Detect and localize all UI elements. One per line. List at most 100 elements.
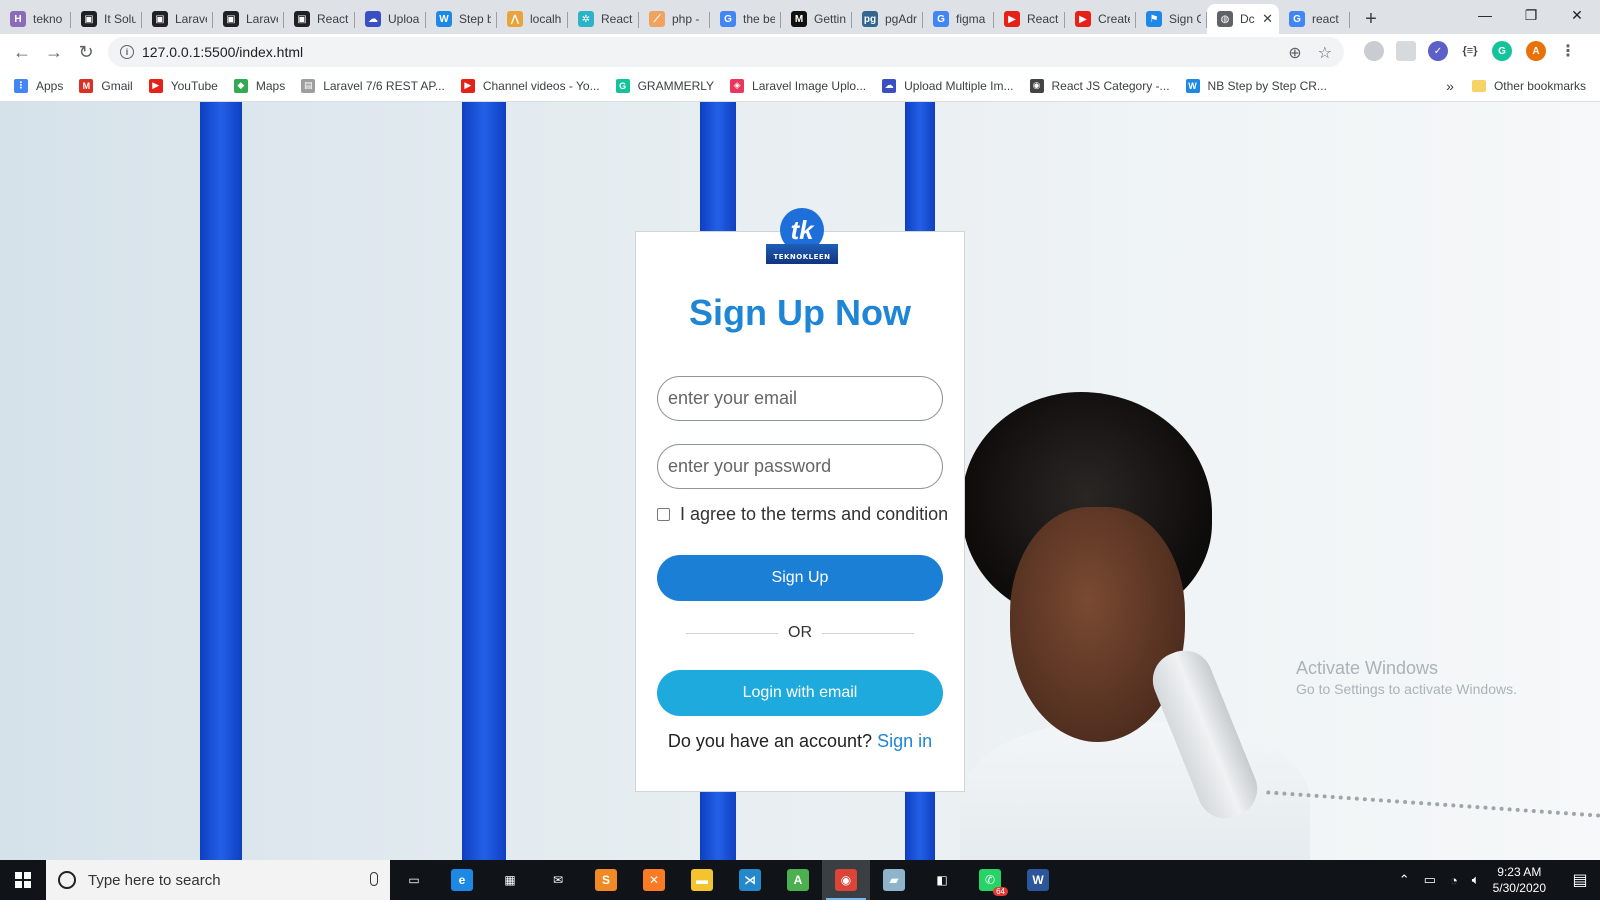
taskbar-app[interactable]: ◉ [822, 860, 870, 900]
wifi-icon[interactable]: ◔ [1450, 873, 1458, 888]
login-with-email-button[interactable]: Login with email [657, 670, 943, 716]
extension-icon[interactable] [1396, 41, 1416, 61]
restore-button[interactable]: ❐ [1508, 0, 1554, 30]
browser-tab[interactable]: Greact [1279, 4, 1350, 34]
bookmark-item[interactable]: ▤ Laravel 7/6 REST AP... [301, 78, 445, 93]
bookmark-star-icon[interactable]: ☆ [1318, 43, 1332, 63]
browser-tab[interactable]: ▣ Larave [213, 4, 284, 34]
reload-icon[interactable]: ↻ [70, 36, 102, 68]
browser-tab[interactable]: ▶ Create [1065, 4, 1136, 34]
notification-icon[interactable]: ▤ [1560, 860, 1600, 900]
terms-checkbox[interactable] [657, 508, 670, 521]
back-icon[interactable]: ← [6, 36, 38, 68]
profile-avatar[interactable]: A [1526, 41, 1546, 61]
google-icon: G [720, 11, 736, 27]
bookmark-item[interactable]: W NB Step by Step CR... [1185, 78, 1327, 93]
extension-check-icon[interactable]: ✓ [1428, 41, 1448, 61]
tab-title: Gettin [814, 12, 846, 26]
taskbar-app[interactable]: ▬ [678, 860, 726, 900]
sign-up-button[interactable]: Sign Up [657, 555, 943, 601]
browser-tab[interactable]: ⚑ Sign C [1136, 4, 1207, 34]
bookmark-item[interactable]: ▶ Channel videos - Yo... [460, 78, 600, 93]
taskbar-app[interactable]: ✉ [534, 860, 582, 900]
microphone-icon[interactable] [370, 872, 378, 886]
browser-tab[interactable]: pg pgAdr [852, 4, 923, 34]
taskbar-search[interactable]: Type here to search [46, 860, 390, 900]
browser-tab[interactable]: W Step b [426, 4, 497, 34]
password-field[interactable] [657, 444, 943, 489]
start-button[interactable] [0, 860, 46, 900]
h-icon: H [10, 11, 26, 27]
account-prompt: Do you have an account? Sign in [635, 731, 965, 752]
taskbar-app[interactable]: ▰ [870, 860, 918, 900]
minimize-button[interactable]: — [1462, 0, 1508, 30]
pgadmin-icon: pg [862, 11, 878, 27]
grammarly-icon[interactable]: G [1492, 41, 1512, 61]
taskbar-app[interactable]: S [582, 860, 630, 900]
apps-grid-icon: ⋮ [14, 78, 28, 93]
browser-tab[interactable]: ⋀ localh [497, 4, 568, 34]
more-bookmarks-icon[interactable]: » [1446, 78, 1454, 94]
browser-tab[interactable]: ▣ React [284, 4, 355, 34]
youtube-icon: ▶ [1075, 11, 1091, 27]
cortana-icon[interactable] [58, 871, 76, 889]
chevron-up-icon[interactable]: ⌃ [1399, 872, 1410, 888]
browser-tab[interactable]: ⟋ php - [639, 4, 710, 34]
bookmark-item[interactable]: ▶ YouTube [148, 78, 218, 93]
tab-title: Larave [175, 12, 207, 26]
new-tab-button[interactable]: + [1356, 4, 1386, 34]
taskbar-app[interactable]: A [774, 860, 822, 900]
tab-title: react [1312, 12, 1339, 26]
close-tab-icon[interactable]: ✕ [1262, 11, 1273, 27]
browser-tab[interactable]: ✲ React [568, 4, 639, 34]
bookmark-item[interactable]: ⋮ Apps [14, 78, 63, 93]
battery-icon[interactable]: ▭ [1424, 872, 1436, 888]
browser-tab[interactable]: Htekno [0, 4, 71, 34]
wall-stripe [200, 102, 242, 860]
bookmark-item[interactable]: ☁ Upload Multiple Im... [882, 78, 1014, 93]
taskbar-app[interactable]: W [1014, 860, 1062, 900]
taskbar-app[interactable]: ⋊ [726, 860, 774, 900]
zoom-icon[interactable]: ⊕ [1288, 43, 1301, 63]
other-bookmarks-link[interactable]: Other bookmarks [1494, 79, 1586, 93]
extension-icon[interactable] [1364, 41, 1384, 61]
email-field[interactable] [657, 376, 943, 421]
browser-tab[interactable]: Gfigma [923, 4, 994, 34]
taskbar-app[interactable]: e [438, 860, 486, 900]
bookmark-item[interactable]: M Gmail [79, 78, 133, 93]
bookmark-item[interactable]: ◆ Maps [233, 78, 285, 93]
address-bar[interactable]: i 127.0.0.1:5500/index.html ⊕ ☆ [108, 37, 1344, 67]
close-window-button[interactable]: ✕ [1554, 0, 1600, 30]
taskbar-app[interactable]: ✕ [630, 860, 678, 900]
json-extension-icon[interactable]: {≡} [1460, 41, 1480, 61]
taskbar-app[interactable]: ◧ [918, 860, 966, 900]
bookmark-item[interactable]: ◈ Laravel Image Uplo... [730, 78, 866, 93]
tab-title: localh [530, 12, 562, 26]
browser-toolbar: ← → ↻ i 127.0.0.1:5500/index.html ⊕ ☆ [0, 34, 1600, 70]
browser-tab[interactable]: Gthe be [710, 4, 781, 34]
youtube-icon: ▶ [148, 78, 163, 93]
forward-icon[interactable]: → [38, 36, 70, 68]
taskbar-app[interactable]: ✆ 64 [966, 860, 1014, 900]
system-tray: ⌃ ▭ ◔ 🔈︎ 9:23 AM 5/30/2020 ▤ [1392, 860, 1600, 900]
sign-in-link[interactable]: Sign in [877, 731, 932, 751]
browser-tab[interactable]: M Gettin [781, 4, 852, 34]
info-icon[interactable]: i [120, 45, 134, 59]
google-icon: G [933, 11, 949, 27]
edge-icon: e [451, 869, 473, 891]
menu-icon[interactable]: ⋮ [1558, 41, 1578, 61]
browser-tab[interactable]: ▶ React [994, 4, 1065, 34]
divider-line [686, 632, 778, 634]
browser-tab[interactable]: ◍ Dc ✕ [1207, 4, 1279, 34]
browser-tab[interactable]: ▣ Larave [142, 4, 213, 34]
browser-tab[interactable]: ▣ It Solu [71, 4, 142, 34]
bookmark-label: Laravel 7/6 REST AP... [323, 78, 445, 93]
clock[interactable]: 9:23 AM 5/30/2020 [1493, 864, 1546, 896]
volume-icon[interactable]: 🔈︎ [1472, 872, 1480, 888]
url-text[interactable]: 127.0.0.1:5500/index.html [142, 44, 303, 60]
bookmark-item[interactable]: G GRAMMERLY [615, 78, 714, 93]
browser-tab[interactable]: ☁ Uploa [355, 4, 426, 34]
bookmark-item[interactable]: ◉ React JS Category -... [1029, 78, 1170, 93]
taskbar-app[interactable]: ▦ [486, 860, 534, 900]
taskbar-app[interactable]: ▭ [390, 860, 438, 900]
